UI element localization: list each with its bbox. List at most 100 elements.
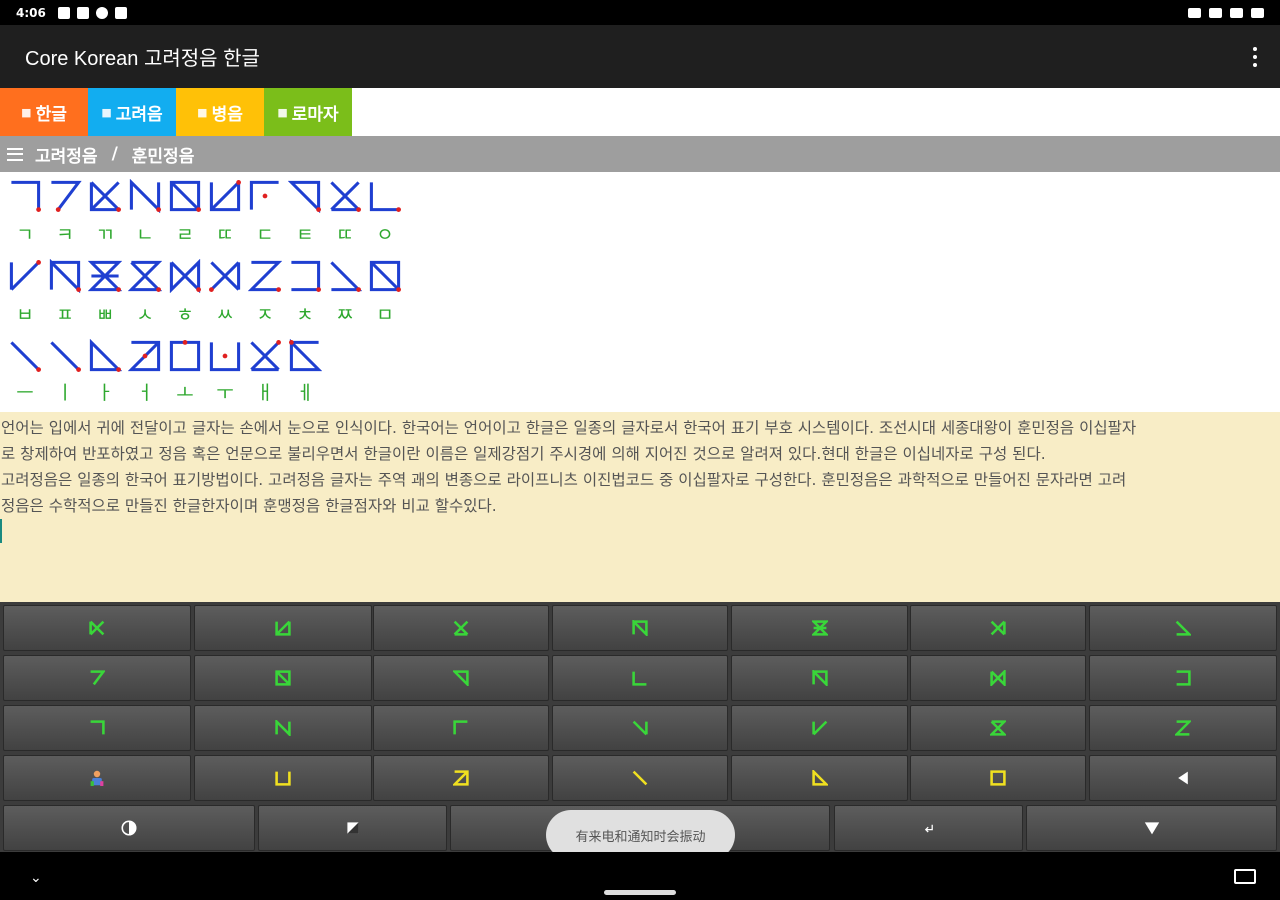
screen: 4:06 Core Korean 고려정음 한글 ■ 한글 ■ 고려음 ■ 병음 ■ 로… <box>0 0 1280 900</box>
jamo-label: ㅊ <box>296 304 314 326</box>
glyph-cell <box>45 336 85 376</box>
text-line: 로 창제하여 반포하였고 정음 혹은 언문으로 불리우면서 한글이란 이름은 일… <box>1 445 1046 463</box>
notification-icon <box>57 6 70 19</box>
jamo-label: ㅉ <box>336 304 354 326</box>
glyph-key[interactable] <box>1089 655 1277 701</box>
glyph-key[interactable] <box>3 655 191 701</box>
breadcrumb-hunminjeongeum[interactable]: 훈민정음 <box>132 142 195 167</box>
jamo-label: ㅎ <box>176 304 194 326</box>
glyph-key[interactable] <box>373 605 549 651</box>
jamo-label: ㄹ <box>176 224 194 246</box>
glyph-cell <box>165 336 205 376</box>
breadcrumb-separator: / <box>111 144 118 164</box>
keyboard-icon[interactable] <box>1234 869 1256 884</box>
glyph-cell <box>125 256 165 296</box>
app-title: Core Korean 고려정음 한글 <box>25 48 260 70</box>
app-bar: Core Korean 고려정음 한글 <box>0 25 1280 88</box>
glyph-cell <box>5 176 45 216</box>
battery-icon <box>1251 7 1264 18</box>
shift-key[interactable] <box>258 805 447 851</box>
status-bar: 4:06 <box>0 0 1280 25</box>
jamo-label: ㅏ <box>96 382 114 404</box>
glyph-key[interactable] <box>910 755 1086 801</box>
glyph-key[interactable] <box>373 755 549 801</box>
key-icon <box>1188 7 1201 18</box>
glyph-key[interactable] <box>194 705 372 751</box>
glyph-key[interactable] <box>194 655 372 701</box>
glyph-cell <box>85 176 125 216</box>
glyph-key[interactable] <box>194 605 372 651</box>
glyph-key[interactable] <box>1089 705 1277 751</box>
glyph-key[interactable] <box>731 705 908 751</box>
glyph-key[interactable] <box>194 755 372 801</box>
jamo-label: ㅗ <box>176 382 194 404</box>
wifi-icon <box>1230 7 1243 18</box>
glyph-key[interactable] <box>3 605 191 651</box>
glyph-cell <box>205 336 245 376</box>
person-icon[interactable] <box>3 755 191 801</box>
p-icon <box>114 6 127 19</box>
glyph-key[interactable] <box>731 655 908 701</box>
jamo-label: ㅃ <box>96 304 114 326</box>
tab-goryeoeum[interactable]: ■ 고려음 <box>88 88 176 136</box>
glyph-cell <box>165 256 205 296</box>
breadcrumb-goryeojeongeum[interactable]: 고려정음 <box>35 142 98 167</box>
glyph-key[interactable] <box>910 705 1086 751</box>
glyph-key[interactable] <box>3 705 191 751</box>
status-right-icons <box>1188 7 1264 18</box>
glyph-key[interactable] <box>552 605 728 651</box>
backspace-key[interactable] <box>1089 755 1277 801</box>
tab-romaja[interactable]: ■ 로마자 <box>264 88 352 136</box>
glyph-key[interactable] <box>552 655 728 701</box>
glyph-cell <box>285 176 325 216</box>
jamo-label: ㅅ <box>136 304 154 326</box>
glyph-row <box>5 256 405 296</box>
glyph-key[interactable] <box>552 705 728 751</box>
list-menu-icon[interactable] <box>7 147 23 161</box>
contrast-toggle-key[interactable] <box>3 805 255 851</box>
glyph-cell <box>285 256 325 296</box>
glyph-key[interactable] <box>373 655 549 701</box>
glyph-cell <box>285 336 325 376</box>
jamo-label: ㅂ <box>16 304 34 326</box>
glyph-cell <box>245 256 285 296</box>
jamo-label: ㅡ <box>16 382 34 404</box>
glyph-cell <box>365 176 405 216</box>
glyph-cell <box>325 256 365 296</box>
text-input-area[interactable]: 언어는 입에서 귀에 전달이고 글자는 손에서 눈으로 인식이다. 한국어는 언… <box>0 412 1280 602</box>
glyph-key[interactable] <box>731 755 908 801</box>
chevron-down-icon[interactable]: ⌄ <box>30 870 42 886</box>
tab-label: 로마자 <box>291 104 339 125</box>
glyph-cell <box>85 256 125 296</box>
glyph-cell <box>205 256 245 296</box>
jamo-label: ㄱ <box>16 224 34 246</box>
enter-key[interactable] <box>834 805 1023 851</box>
jamo-label: ㅣ <box>56 382 74 404</box>
tab-pinyin[interactable]: ■ 병음 <box>176 88 264 136</box>
jamo-label: ㄷ <box>256 224 274 246</box>
jamo-label: ㅈ <box>256 304 274 326</box>
tab-hangul[interactable]: ■ 한글 <box>0 88 88 136</box>
overflow-menu-icon[interactable] <box>1252 47 1258 67</box>
jamo-label: ㅁ <box>376 304 394 326</box>
text-line: 언어는 입에서 귀에 전달이고 글자는 손에서 눈으로 인식이다. 한국어는 언… <box>1 419 1137 437</box>
glyph-cell <box>45 176 85 216</box>
hide-keyboard-key[interactable] <box>1026 805 1277 851</box>
glyph-key[interactable] <box>731 605 908 651</box>
glyph-key[interactable] <box>910 605 1086 651</box>
home-pill-icon[interactable] <box>604 890 676 895</box>
grid-icon <box>76 6 89 19</box>
glyph-key[interactable] <box>552 755 728 801</box>
glyph-cell <box>245 176 285 216</box>
glyph-key[interactable] <box>1089 605 1277 651</box>
jamo-label: ㅍ <box>56 304 74 326</box>
glyph-key[interactable] <box>910 655 1086 701</box>
tab-label: 한글 <box>35 104 67 125</box>
glyph-key[interactable] <box>373 705 549 751</box>
jamo-label: ㅔ <box>296 382 314 404</box>
breadcrumb: 고려정음 / 훈민정음 <box>0 136 1280 172</box>
glyph-cell <box>85 336 125 376</box>
glyph-cell <box>45 256 85 296</box>
jamo-row: ㅂㅍㅃㅅㅎㅆㅈㅊㅉㅁ <box>5 300 405 327</box>
glyph-row <box>5 336 325 376</box>
